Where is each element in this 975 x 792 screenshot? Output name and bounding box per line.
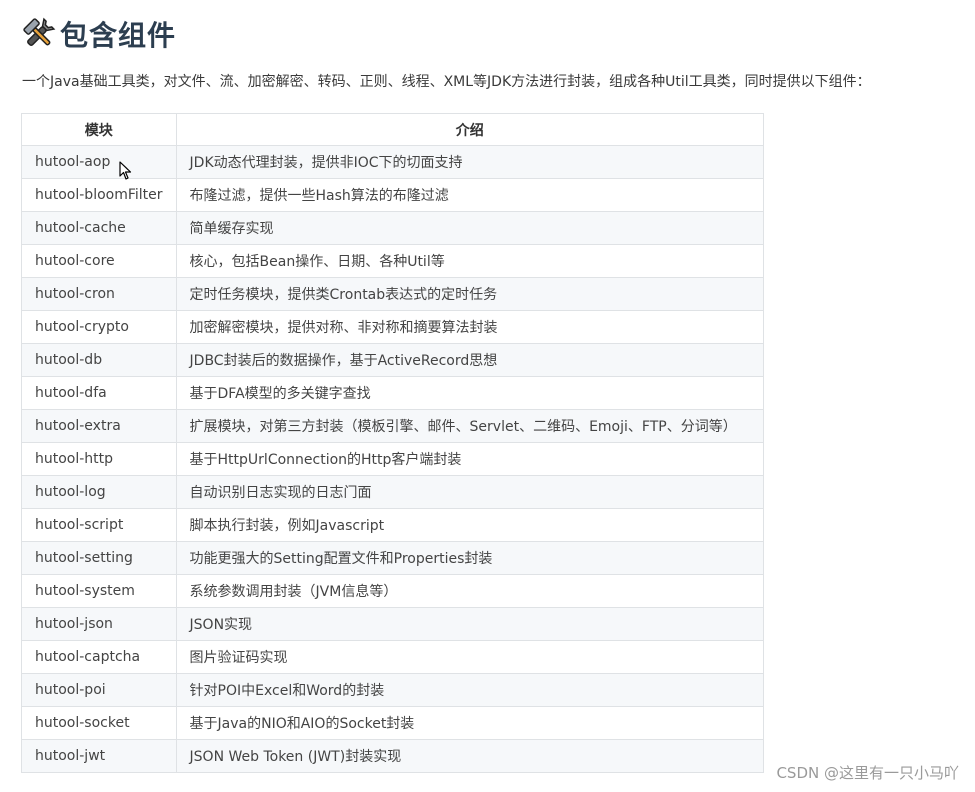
table-row: hutool-db JDBC封装后的数据操作，基于ActiveRecord思想 — [21, 343, 765, 377]
column-header-module: 模块 — [21, 113, 177, 146]
table-row: hutool-captcha 图片验证码实现 — [21, 640, 765, 674]
column-header-description: 介绍 — [175, 113, 765, 146]
table-row: hutool-crypto 加密解密模块，提供对称、非对称和摘要算法封装 — [21, 310, 765, 344]
module-name-cell: hutool-bloomFilter — [21, 178, 177, 212]
module-description-cell: 自动识别日志实现的日志门面 — [175, 475, 765, 509]
module-name-cell: hutool-dfa — [21, 376, 177, 410]
table-row: hutool-json JSON实现 — [21, 607, 765, 641]
module-description-cell: 基于Java的NIO和AIO的Socket封装 — [175, 706, 765, 740]
module-name-cell: hutool-cron — [21, 277, 177, 311]
module-description-cell: 定时任务模块，提供类Crontab表达式的定时任务 — [175, 277, 765, 311]
module-description-cell: 系统参数调用封装（JVM信息等） — [175, 574, 765, 608]
module-name-cell: hutool-extra — [21, 409, 177, 443]
module-description-cell: 针对POI中Excel和Word的封装 — [175, 673, 765, 707]
module-name-cell: hutool-cache — [21, 211, 177, 245]
module-description-cell: 基于HttpUrlConnection的Http客户端封装 — [175, 442, 765, 476]
module-description-cell: JDBC封装后的数据操作，基于ActiveRecord思想 — [175, 343, 765, 377]
table-row: hutool-jwt JSON Web Token (JWT)封装实现 — [21, 739, 765, 773]
module-description-cell: 图片验证码实现 — [175, 640, 765, 674]
module-description-cell: JSON实现 — [175, 607, 765, 641]
module-description-cell: JDK动态代理封装，提供非IOC下的切面支持 — [175, 145, 765, 179]
modules-table: 模块 介绍 hutool-aop JDK动态代理封装，提供非IOC下的切面支持 hu… — [21, 113, 765, 773]
module-description-cell: 功能更强大的Setting配置文件和Properties封装 — [175, 541, 765, 575]
module-name-cell: hutool-system — [21, 574, 177, 608]
table-row: hutool-cron 定时任务模块，提供类Crontab表达式的定时任务 — [21, 277, 765, 311]
module-name-cell: hutool-log — [21, 475, 177, 509]
table-header-row: 模块 介绍 — [21, 113, 765, 146]
table-row: hutool-system 系统参数调用封装（JVM信息等） — [21, 574, 765, 608]
module-name-cell: hutool-jwt — [21, 739, 177, 773]
module-description-cell: 基于DFA模型的多关键字查找 — [175, 376, 765, 410]
module-name-cell: hutool-script — [21, 508, 177, 542]
module-name-cell: hutool-poi — [21, 673, 177, 707]
mouse-cursor-icon — [119, 161, 132, 180]
module-name-cell: hutool-db — [21, 343, 177, 377]
tools-icon — [23, 17, 56, 46]
table-row: hutool-dfa 基于DFA模型的多关键字查找 — [21, 376, 765, 410]
table-row: hutool-poi 针对POI中Excel和Word的封装 — [21, 673, 765, 707]
module-description-cell: 脚本执行封装，例如Javascript — [175, 508, 765, 542]
module-name-cell: hutool-socket — [21, 706, 177, 740]
section-heading: 包含组件 — [22, 12, 176, 56]
module-description-cell: 加密解密模块，提供对称、非对称和摘要算法封装 — [175, 310, 765, 344]
table-row: hutool-log 自动识别日志实现的日志门面 — [21, 475, 765, 509]
module-description-cell: 核心，包括Bean操作、日期、各种Util等 — [175, 244, 765, 278]
table-row: hutool-socket 基于Java的NIO和AIO的Socket封装 — [21, 706, 765, 740]
table-row: hutool-setting 功能更强大的Setting配置文件和Properti… — [21, 541, 765, 575]
table-row: hutool-extra 扩展模块，对第三方封装（模板引擎、邮件、Servlet、… — [21, 409, 765, 443]
table-row: hutool-bloomFilter 布隆过滤，提供一些Hash算法的布隆过滤 — [21, 178, 765, 212]
module-name-cell: hutool-core — [21, 244, 177, 278]
table-row: hutool-http 基于HttpUrlConnection的Http客户端封装 — [21, 442, 765, 476]
module-description-cell: JSON Web Token (JWT)封装实现 — [175, 739, 765, 773]
module-name-cell: hutool-json — [21, 607, 177, 641]
table-row: hutool-script 脚本执行封装，例如Javascript — [21, 508, 765, 542]
watermark: CSDN @这里有一只小马吖 — [776, 764, 959, 782]
module-name-cell: hutool-captcha — [21, 640, 177, 674]
table-body: hutool-aop JDK动态代理封装，提供非IOC下的切面支持 hutool-b… — [21, 145, 765, 773]
module-description-cell: 简单缓存实现 — [175, 211, 765, 245]
module-description-cell: 扩展模块，对第三方封装（模板引擎、邮件、Servlet、二维码、Emoji、FT… — [175, 409, 765, 443]
table-row: hutool-cache 简单缓存实现 — [21, 211, 765, 245]
module-name-cell: hutool-crypto — [21, 310, 177, 344]
intro-paragraph: 一个Java基础工具类，对文件、流、加密解密、转码、正则、线程、XML等JDK方… — [22, 74, 871, 90]
module-description-cell: 布隆过滤，提供一些Hash算法的布隆过滤 — [175, 178, 765, 212]
table-row: hutool-core 核心，包括Bean操作、日期、各种Util等 — [21, 244, 765, 278]
page-title: 包含组件 — [60, 19, 177, 52]
module-name-cell: hutool-aop — [21, 145, 177, 179]
module-name-cell: hutool-setting — [21, 541, 177, 575]
module-name-cell: hutool-http — [21, 442, 177, 476]
